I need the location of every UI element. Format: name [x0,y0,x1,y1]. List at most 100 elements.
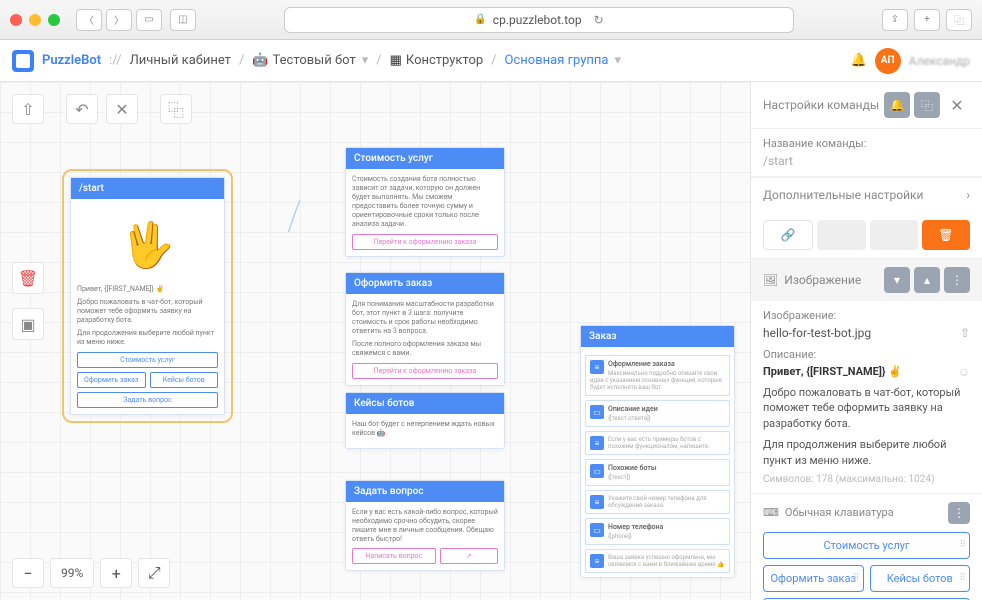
kb-button[interactable]: Оформить заказ⠿ [763,565,864,592]
image-filename[interactable]: hello-for-test-bot.jpg [763,326,871,340]
link-icon[interactable]: 🔗 [763,220,813,250]
grid-icon: ▦ [390,53,402,68]
cancel-icon[interactable]: ✕ [106,94,138,124]
node-title: Задать вопрос [346,481,504,502]
text-icon: ≡ [590,436,604,450]
node-text: Для понимания масштабности разработки бо… [352,300,498,336]
input-icon: ▭ [590,405,604,419]
chevron-up-icon[interactable]: ▴ [914,267,940,293]
close-window[interactable] [10,14,22,26]
panel-title: Настройки команды [763,98,879,112]
node-cases[interactable]: Кейсы ботов Наш бот будет с нетерпением … [345,392,505,449]
newtab-icon[interactable]: + [914,9,940,31]
node-text: Для продолжения выберите любой пункт из … [77,329,218,347]
crumb-group[interactable]: Основная группа ▾ [505,53,621,68]
chrome-right: ⇪ + ⿻ [882,9,972,31]
bell-icon[interactable]: 🔔 [850,53,866,68]
url-text: cp.puzzlebot.top [493,13,582,27]
text-icon: ≡ [590,360,604,374]
brand-sep: :// [109,53,121,68]
upload-icon[interactable]: ⇧ [12,94,44,124]
node-title: Заказ [581,326,734,347]
grey-button[interactable] [870,220,918,250]
logo-icon[interactable] [12,50,34,72]
bell-icon[interactable]: 🔔 [884,92,910,118]
name-label: Название команды: [763,137,970,150]
node-question[interactable]: Задать вопрос Если у вас есть какой-либо… [345,480,505,571]
node-button[interactable]: Перейти к оформлению заказа [352,234,498,250]
input-icon: ▭ [590,523,604,537]
name-input[interactable]: /start [763,154,970,168]
text-icon: ≡ [590,554,604,568]
node-button[interactable]: Перейти к оформлению заказа [352,363,498,379]
node-button[interactable]: Стоимость услуг [77,352,218,368]
desc-greeting[interactable]: Привет, {[FIRST_NAME]} ✌️ [763,365,902,379]
tabs-icon[interactable]: ⿻ [946,9,972,31]
delete-button[interactable]: 🗑 [922,220,970,250]
link-out-icon[interactable]: ↗ [440,548,498,564]
back-button[interactable]: 〈 [76,9,102,31]
node-button[interactable]: Оформить заказ [77,372,146,388]
crumb-bot[interactable]: 🤖 Тестовый бот ▾ [252,53,368,68]
node-button[interactable]: Кейсы ботов [150,372,219,388]
zoom-controls: − 99% + ⤢ [12,558,170,588]
image-icon: 🖼 [763,273,778,287]
advanced-toggle[interactable]: Дополнительные настройки › [751,177,982,212]
node-title: Кейсы ботов [346,393,504,414]
username[interactable]: Александр [909,54,970,68]
node-button[interactable]: Написать вопрос [352,548,436,564]
maximize-window[interactable] [48,14,60,26]
refresh-icon[interactable]: ↻ [594,13,604,27]
char-count: Символов: 178 (максимально: 1024) [763,474,970,485]
more-icon[interactable]: ⋮ [944,267,970,293]
drag-handle-icon[interactable]: ⠿ [959,573,965,583]
url-bar[interactable]: 🔒 cp.puzzlebot.top ↻ [284,7,794,33]
undo-icon[interactable]: ↶ [66,94,98,124]
desc-label: Описание: [763,348,970,361]
kb-button[interactable]: Стоимость услуг⠿ [763,532,970,559]
zoom-out-button[interactable]: − [12,558,44,588]
canvas[interactable]: ⇧ ↶ ✕ ⿻ 🗑 ▣ − 99% + ⤢ [0,82,750,600]
node-cost[interactable]: Стоимость услуг Стоимость создания бота … [345,147,505,257]
fit-screen-button[interactable]: ⤢ [138,558,170,588]
minimize-window[interactable] [29,14,41,26]
drag-handle-icon[interactable]: ⠿ [959,540,965,550]
node-start[interactable]: /start 🖖 Привет, {[FIRST_NAME]} ✌️ Добро… [70,177,225,415]
traffic-lights [10,14,60,26]
sidebar-toggle[interactable]: ▭ [136,9,162,31]
node-zakaz[interactable]: Заказ ≡Оформление заказаМаксимально подр… [580,325,735,578]
shield-icon[interactable]: ◫ [170,9,196,31]
node-text: Стоимость создания бота полностью зависи… [352,175,498,230]
text-icon: ≡ [590,495,604,509]
desc-text[interactable]: Добро пожаловать в чат-бот, который помо… [763,385,970,431]
drag-handle-icon[interactable]: ⠿ [853,573,859,583]
node-order[interactable]: Оформить заказ Для понимания масштабност… [345,272,505,386]
chevron-down-icon: ▾ [362,53,369,68]
close-icon[interactable]: ✕ [944,92,970,118]
image-section-head[interactable]: 🖼 Изображение ▾ ▴ ⋮ [751,259,982,301]
frame-icon[interactable]: ▣ [12,308,44,340]
desc-text[interactable]: Для продолжения выберите любой пункт из … [763,437,970,468]
more-icon[interactable]: ⋮ [948,502,970,524]
trash-icon[interactable]: 🗑 [12,262,44,294]
chevron-down-icon[interactable]: ▾ [884,267,910,293]
upload-icon[interactable]: ⇧ [960,326,970,340]
node-button[interactable]: Задать вопрос [77,392,218,408]
crumb-constructor[interactable]: ▦ Конструктор [390,53,484,68]
zoom-value[interactable]: 99% [50,558,94,588]
kb-button[interactable]: Кейсы ботов⠿ [870,565,971,592]
zoom-in-button[interactable]: + [100,558,132,588]
node-title: Стоимость услуг [346,148,504,169]
duplicate-icon[interactable]: ⿻ [160,94,192,124]
node-title: /start [71,178,224,199]
forward-button[interactable]: 〉 [106,9,132,31]
share-icon[interactable]: ⇪ [882,9,908,31]
lock-icon: 🔒 [474,14,486,25]
copy-icon[interactable]: ⿻ [914,92,940,118]
grey-button[interactable] [817,220,865,250]
emoji-picker-icon[interactable]: ☺ [958,365,970,379]
brand-text[interactable]: PuzzleBot [42,53,101,68]
avatar[interactable]: АП [875,48,901,74]
node-text: Привет, {[FIRST_NAME]} ✌️ [77,285,218,294]
crumb-cabinet[interactable]: Личный кабинет [130,53,231,68]
